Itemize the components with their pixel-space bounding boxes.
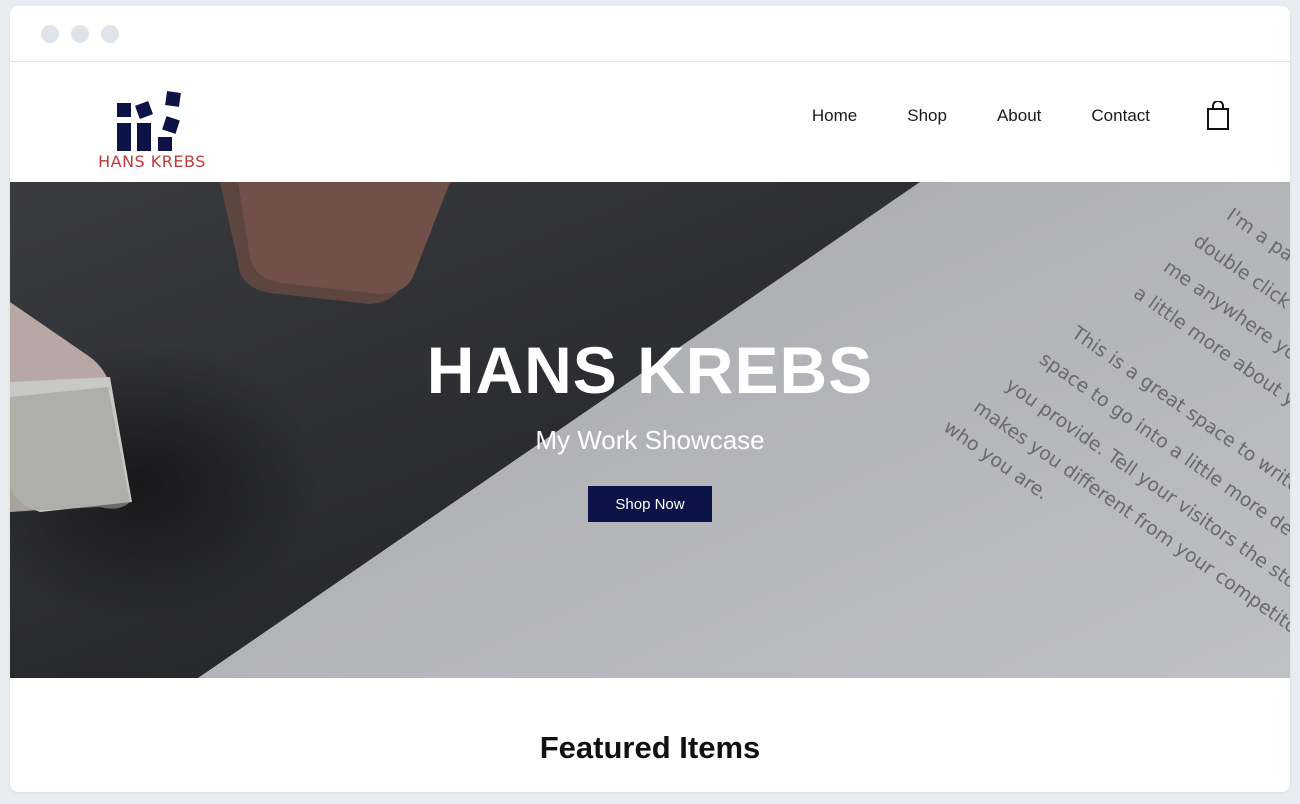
window-dot-minimize[interactable] bbox=[71, 25, 89, 43]
hero-subtitle: My Work Showcase bbox=[535, 425, 765, 455]
browser-window: HANS KREBS Home Shop About Contact I'm a… bbox=[10, 6, 1290, 792]
window-dot-maximize[interactable] bbox=[101, 25, 119, 43]
nav-item-home[interactable]: Home bbox=[812, 106, 857, 126]
window-titlebar bbox=[10, 6, 1290, 62]
site-header: HANS KREBS Home Shop About Contact bbox=[10, 62, 1290, 182]
nav-item-shop[interactable]: Shop bbox=[907, 106, 947, 126]
logo-text: HANS KREBS bbox=[98, 152, 206, 171]
hero-banner: I'm a pa double click me anywhere you a … bbox=[10, 182, 1290, 678]
main-nav: Home Shop About Contact bbox=[762, 101, 1230, 131]
nav-item-contact[interactable]: Contact bbox=[1091, 106, 1150, 126]
logo-mark-icon bbox=[117, 91, 181, 151]
nav-item-about[interactable]: About bbox=[997, 106, 1041, 126]
featured-items-heading: Featured Items bbox=[539, 730, 761, 765]
site-logo[interactable]: HANS KREBS bbox=[82, 76, 222, 172]
shopping-bag-icon[interactable] bbox=[1206, 101, 1230, 131]
window-dot-close[interactable] bbox=[41, 25, 59, 43]
shop-now-button[interactable]: Shop Now bbox=[588, 486, 712, 522]
hero-title: HANS KREBS bbox=[426, 333, 874, 407]
